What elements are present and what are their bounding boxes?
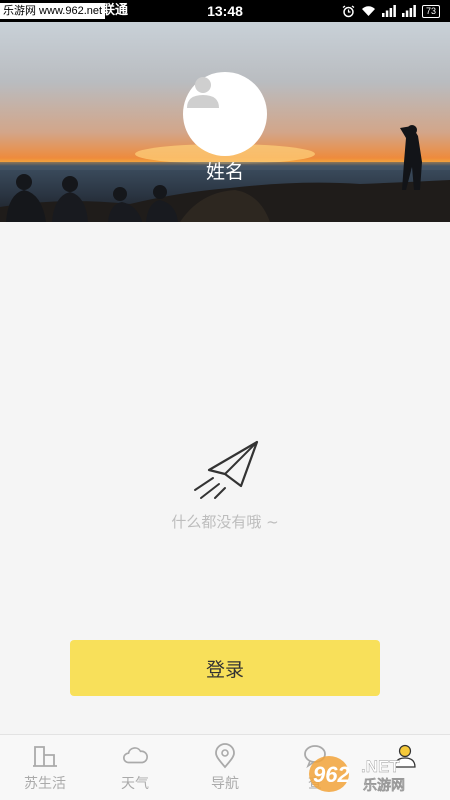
cloud-icon <box>122 743 148 769</box>
paper-plane-icon <box>194 440 259 499</box>
svg-text:.NET: .NET <box>361 757 400 776</box>
nav-label: 天气 <box>121 776 149 792</box>
status-icons: 73 <box>342 3 440 19</box>
nav-label: 导航 <box>211 776 239 792</box>
brand-logo: 962 .NET 乐游网 <box>309 756 405 794</box>
svg-text:962: 962 <box>313 762 350 787</box>
profile-banner: 姓名 <box>0 22 450 222</box>
signal-icon <box>401 5 416 17</box>
nav-label: 苏生活 <box>24 776 66 792</box>
status-bar: 乐游网 www.962.net 联通 13:48 73 <box>0 0 450 22</box>
building-icon <box>32 743 58 769</box>
wifi-icon <box>361 6 375 16</box>
signal-icon <box>381 5 396 17</box>
nav-item-weather[interactable]: 天气 <box>90 735 180 800</box>
empty-state-message: 什么都没有哦 ~ <box>171 513 279 531</box>
nav-item-su-life[interactable]: 苏生活 <box>0 735 90 800</box>
avatar[interactable] <box>183 72 267 156</box>
user-name[interactable]: 姓名 <box>0 160 450 184</box>
location-pin-icon <box>212 743 238 769</box>
person-icon <box>187 77 219 108</box>
svg-text:乐游网: 乐游网 <box>363 777 405 794</box>
battery-icon: 73 <box>421 4 440 18</box>
alarm-icon <box>342 4 355 17</box>
nav-item-navigation[interactable]: 导航 <box>180 735 270 800</box>
login-button[interactable]: 登录 <box>70 640 380 696</box>
